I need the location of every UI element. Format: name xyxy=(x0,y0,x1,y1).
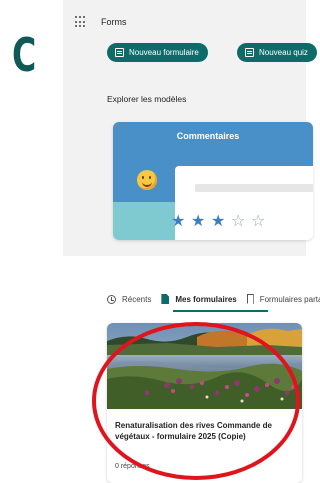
hero-area: Forms Nouveau formulaire Nouveau quiz Ex… xyxy=(63,0,317,256)
app-launcher-icon[interactable] xyxy=(75,16,87,28)
star-empty-icon: ☆ xyxy=(251,211,266,230)
form-card[interactable]: Renaturalisation des rives Commande de v… xyxy=(107,323,302,483)
form-responses: 0 réponses xyxy=(115,463,150,470)
new-form-button[interactable]: Nouveau formulaire xyxy=(107,43,208,62)
smiley-icon xyxy=(137,170,157,190)
template-card-title: Commentaires xyxy=(176,131,240,141)
quiz-icon xyxy=(245,48,254,57)
forms-app-panel: Forms Nouveau formulaire Nouveau quiz Ex… xyxy=(63,0,320,483)
form-title[interactable]: Renaturalisation des rives Commande de v… xyxy=(115,420,297,442)
new-quiz-label: Nouveau quiz xyxy=(259,48,308,57)
new-quiz-button[interactable]: Nouveau quiz xyxy=(237,43,317,62)
tab-label: Mes formulaires xyxy=(175,294,237,304)
star-icon: ★ xyxy=(211,211,226,230)
form-cover-image xyxy=(107,323,302,409)
tab-my-forms[interactable]: Mes formulaires xyxy=(161,292,237,306)
app-header: Forms xyxy=(75,13,127,31)
forms-tabs: Récents Mes formulaires Formulaires part… xyxy=(107,292,320,310)
app-title[interactable]: Forms xyxy=(101,17,127,27)
tab-shared[interactable]: Formulaires partagés xyxy=(246,292,320,306)
template-card-feedback[interactable]: Commentaires ★ ★ ★ ☆ ☆ xyxy=(113,122,313,240)
star-icon: ★ xyxy=(171,211,186,230)
annotation-letter: C xyxy=(12,28,37,82)
template-preview-line xyxy=(195,184,313,192)
bookmark-icon xyxy=(246,294,254,304)
template-decoration xyxy=(113,202,175,240)
clock-icon xyxy=(107,294,116,304)
new-form-label: Nouveau formulaire xyxy=(129,48,199,57)
star-rating: ★ ★ ★ ☆ ☆ xyxy=(171,213,271,229)
templates-section-title: Explorer les modèles xyxy=(107,94,187,104)
active-tab-indicator xyxy=(173,310,268,312)
star-empty-icon: ☆ xyxy=(231,211,246,230)
riverbank-photo xyxy=(107,323,302,409)
form-icon xyxy=(115,48,124,57)
tab-recent[interactable]: Récents xyxy=(107,292,151,306)
tab-label: Récents xyxy=(122,294,152,304)
document-icon xyxy=(161,294,170,304)
tab-label: Formulaires partagés xyxy=(259,294,320,304)
star-icon: ★ xyxy=(191,211,206,230)
